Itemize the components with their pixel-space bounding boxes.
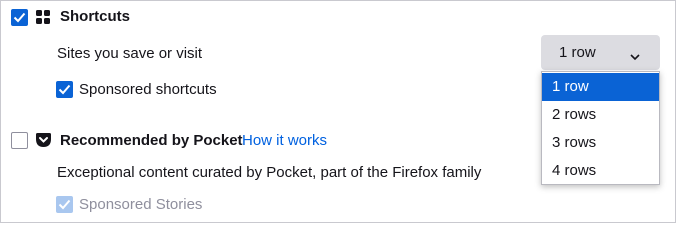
pocket-icon [36,133,51,152]
sponsored-stories-checkbox [56,196,73,213]
sponsored-shortcuts-label: Sponsored shortcuts [79,81,217,98]
rows-select[interactable]: 1 row [541,35,660,70]
pocket-title: Recommended by Pocket [60,132,243,149]
rows-dropdown-menu: 1 row 2 rows 3 rows 4 rows [541,71,660,185]
rows-label: Sites you save or visit [57,45,203,62]
settings-panel: Shortcuts Sites you save or visit 1 row … [0,0,676,223]
sponsored-shortcuts-checkbox[interactable] [56,81,73,98]
rows-select-value: 1 row [559,44,596,61]
sponsored-stories-label: Sponsored Stories [79,196,203,213]
rows-option-4[interactable]: 4 rows [542,157,659,185]
rows-option-1[interactable]: 1 row [542,73,659,101]
how-it-works-link[interactable]: How it works [242,132,327,150]
chevron-down-icon [630,48,640,66]
rows-option-2[interactable]: 2 rows [542,101,659,129]
shortcuts-checkbox[interactable] [11,9,28,26]
shortcuts-grid-icon [36,10,50,29]
pocket-description: Exceptional content curated by Pocket, p… [57,164,482,181]
rows-option-3[interactable]: 3 rows [542,129,659,157]
shortcuts-title: Shortcuts [60,8,131,25]
pocket-checkbox[interactable] [11,132,28,149]
